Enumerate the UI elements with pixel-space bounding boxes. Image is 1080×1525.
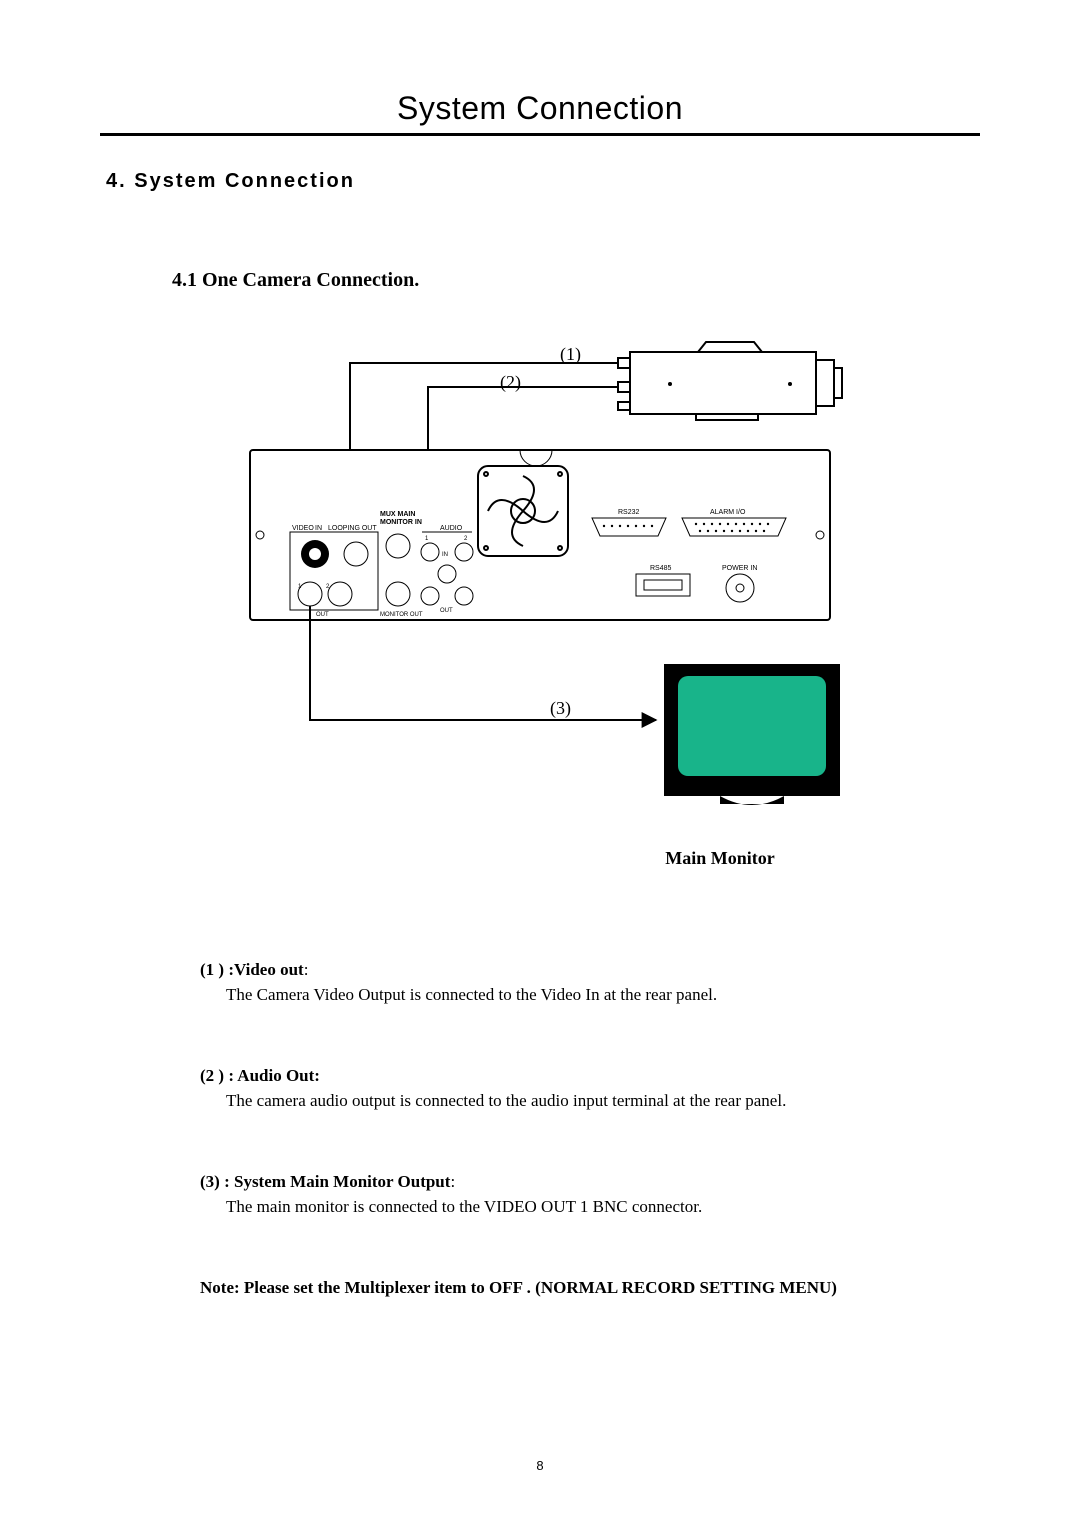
svg-text:IN: IN [315,525,322,532]
diagram-svg: (1) (2) [220,340,860,840]
definition-item: (1 ) :Video out: The Camera Video Output… [200,959,980,1007]
svg-text:OUT: OUT [440,608,453,614]
rear-panel: VIDEO IN LOOPING OUT 1 2 OUT MUX MAIN MO… [250,450,830,620]
definition-body: The Camera Video Output is connected to … [226,984,980,1007]
definition-body: The main monitor is connected to the VID… [226,1196,980,1219]
svg-text:MUX MAIN: MUX MAIN [380,511,415,518]
svg-text:MONITOR OUT: MONITOR OUT [380,612,423,618]
definition-label: (1 ) :Video out [200,960,304,979]
svg-text:POWER IN: POWER IN [722,565,757,572]
diagram-label-3: (3) [550,698,571,719]
diagram-label-2: (2) [500,372,521,393]
camera-icon [618,342,842,420]
svg-text:LOOPING OUT: LOOPING OUT [328,525,377,532]
title-rule [100,133,980,136]
svg-text:AUDIO: AUDIO [440,525,463,532]
definition-label: (3) : System Main Monitor Output [200,1172,450,1191]
definition-item: (2 ) : Audio Out: The camera audio outpu… [200,1065,980,1113]
connection-diagram: (1) (2) [220,340,860,869]
document-page: System Connection 4. System Connection 4… [0,0,1080,1525]
section-heading: 4. System Connection [106,170,980,193]
svg-text:ALARM I/O: ALARM I/O [710,509,746,516]
svg-text:RS232: RS232 [618,509,640,516]
svg-text:VIDEO: VIDEO [292,525,314,532]
definition-label: (2 ) : Audio Out: [200,1066,320,1085]
svg-text:IN: IN [442,552,448,558]
subsection-heading: 4.1 One Camera Connection. [172,269,980,292]
definition-item: (3) : System Main Monitor Output: The ma… [200,1171,980,1219]
svg-text:MONITOR IN: MONITOR IN [380,519,422,526]
monitor-icon [664,664,840,805]
cable-monitor [310,606,656,720]
definition-body: The camera audio output is connected to … [226,1090,980,1113]
page-title: System Connection [100,90,980,127]
definitions: (1 ) :Video out: The Camera Video Output… [200,959,980,1300]
svg-text:OUT: OUT [316,612,329,618]
monitor-caption: Main Monitor [580,848,860,869]
definition-suffix: : [304,960,309,979]
svg-text:RS485: RS485 [650,565,672,572]
page-number: 8 [0,1458,1080,1473]
note-text: Note: Please set the Multiplexer item to… [200,1277,980,1300]
definition-suffix: : [450,1172,455,1191]
diagram-label-1: (1) [560,344,581,365]
